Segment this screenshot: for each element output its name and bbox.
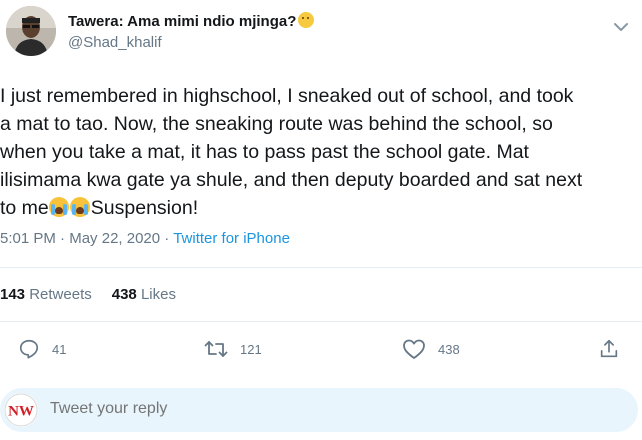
author-display-name[interactable]: Tawera: Ama mimi ndio mjinga? <box>68 12 315 30</box>
retweets-stat[interactable]: 143 Retweets <box>0 286 92 303</box>
likes-count: 438 <box>111 286 137 303</box>
retweets-label: Retweets <box>29 286 92 303</box>
nw-logo-icon: NW <box>4 393 38 427</box>
thinking-emoji-icon <box>298 12 315 28</box>
share-button[interactable] <box>598 334 620 364</box>
avatar-photo <box>6 6 56 56</box>
divider <box>0 267 642 268</box>
reply-composer[interactable]: NW <box>0 388 638 432</box>
meta-separator: · <box>164 230 170 247</box>
tweet-source-link[interactable]: Twitter for iPhone <box>173 230 290 247</box>
tweet-meta: 5:01 PM · May 22, 2020 · Twitter for iPh… <box>0 230 290 247</box>
reply-count: 41 <box>52 341 67 357</box>
nw-logo-text: NW <box>8 404 34 420</box>
heart-icon <box>403 339 425 359</box>
tweet-date[interactable]: May 22, 2020 <box>69 230 160 247</box>
display-name-text: Tawera: Ama mimi ndio mjinga? <box>68 13 297 30</box>
tweet-last-line-suffix: Suspension! <box>90 197 199 219</box>
meta-separator: · <box>60 230 66 247</box>
like-button[interactable]: 438 <box>402 334 460 364</box>
share-icon <box>600 339 618 358</box>
likes-stat[interactable]: 438 Likes <box>112 286 176 303</box>
likes-label: Likes <box>140 286 176 303</box>
tweet-stats: 143 Retweets 438 Likes <box>0 286 176 303</box>
divider <box>0 321 642 322</box>
retweets-count: 143 <box>0 286 26 303</box>
tweet-line: when you take a mat, it has to pass past… <box>0 141 529 163</box>
like-count: 438 <box>438 341 460 357</box>
retweet-count: 121 <box>240 341 262 357</box>
author-handle[interactable]: @Shad_khalif <box>68 34 162 51</box>
tweet-line: a mat to tao. Now, the sneaking route wa… <box>0 113 553 135</box>
chevron-down-icon[interactable] <box>614 22 628 32</box>
reply-icon <box>19 339 39 359</box>
retweet-icon <box>204 341 228 357</box>
crying-emoji-icon <box>48 197 69 217</box>
retweet-button[interactable]: 121 <box>204 334 262 364</box>
tweet-last-line: to me Suspension! <box>0 194 636 222</box>
tweet-line: ilisimama kwa gate ya shule, and then de… <box>0 169 583 191</box>
author-avatar[interactable] <box>6 6 56 56</box>
crying-emoji-icon <box>69 197 90 217</box>
reply-button[interactable]: 41 <box>18 334 66 364</box>
tweet-actions: 41 121 438 <box>0 334 642 364</box>
tweet-time[interactable]: 5:01 PM <box>0 230 56 247</box>
reply-input[interactable] <box>50 400 450 418</box>
current-user-avatar: NW <box>4 393 38 427</box>
tweet-line: I just remembered in highschool, I sneak… <box>0 85 574 107</box>
tweet-text: I just remembered in highschool, I sneak… <box>0 82 636 222</box>
tweet-last-line-prefix: to me <box>0 197 49 219</box>
